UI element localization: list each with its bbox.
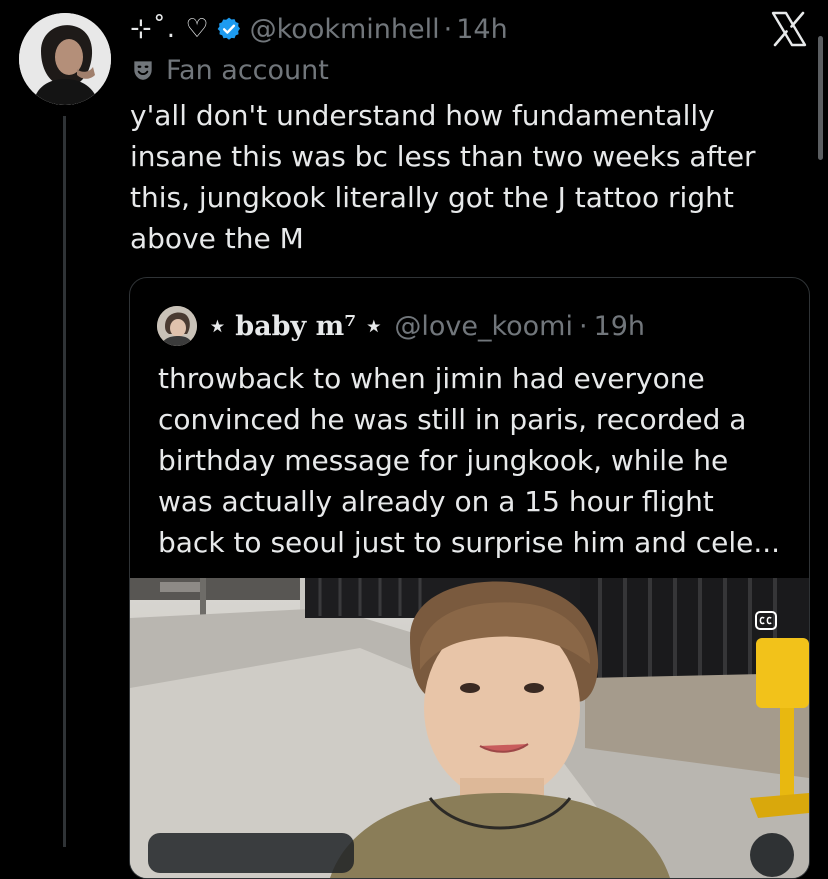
x-logo-icon[interactable]: [770, 11, 808, 47]
tweet-text: y'all don't understand how fundamentally…: [130, 99, 756, 255]
video-control-button[interactable]: [750, 833, 794, 877]
quoted-tweet-card[interactable]: ⋆ baby m⁷ ⋆ @love_koomi · 19h throwback …: [129, 277, 810, 879]
closed-captions-icon[interactable]: [755, 611, 777, 630]
author-handle[interactable]: @kookminhell: [250, 14, 440, 45]
account-label-text: Fan account: [166, 54, 329, 86]
author-display-name[interactable]: ⊹˚. ♡: [130, 14, 210, 44]
quoted-separator: ·: [578, 310, 588, 342]
quoted-video-thumbnail[interactable]: [130, 578, 809, 878]
tweet-timestamp[interactable]: 14h: [456, 14, 507, 45]
author-avatar[interactable]: [19, 13, 111, 105]
theater-masks-icon: [134, 61, 152, 80]
quoted-author-avatar[interactable]: [157, 306, 197, 346]
quoted-author-display-name[interactable]: ⋆ baby m⁷ ⋆: [209, 311, 382, 342]
quoted-tweet-text: throwback to when jimin had everyone con…: [158, 362, 781, 559]
account-label[interactable]: Fan account: [130, 51, 329, 89]
tweet-header: ⊹˚. ♡ @kookminhell · 14h: [130, 9, 508, 49]
scrollbar-thumb[interactable]: [818, 36, 823, 160]
header-separator: ·: [443, 13, 453, 45]
quoted-tweet-header: ⋆ baby m⁷ ⋆ @love_koomi · 19h: [157, 306, 645, 346]
verified-badge-icon: [217, 17, 240, 40]
thread-line: [63, 116, 66, 847]
caption-overlay-pill[interactable]: [148, 833, 354, 873]
quoted-timestamp[interactable]: 19h: [594, 311, 645, 342]
quoted-author-handle[interactable]: @love_koomi: [394, 311, 573, 342]
